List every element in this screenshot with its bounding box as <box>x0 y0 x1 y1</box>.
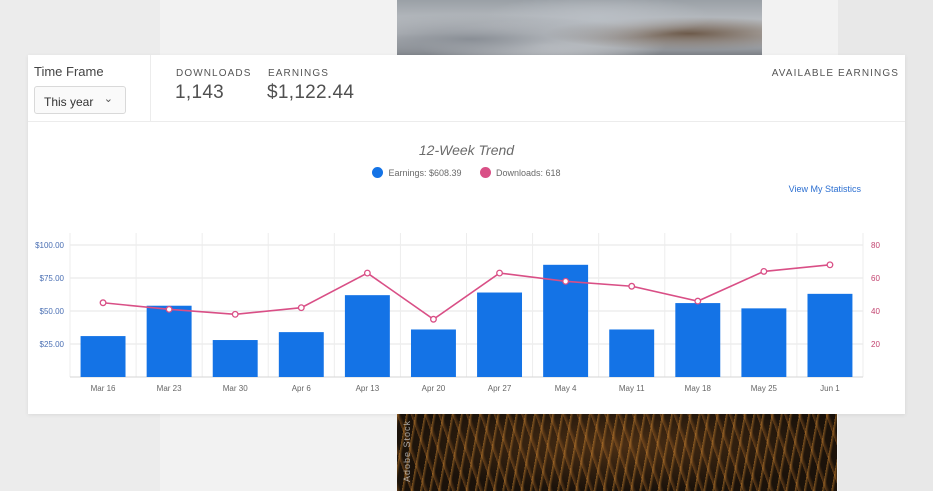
trend-chart: $25.00 $50.00 $75.00 $100.00 20 40 60 80 Mar 16 M… <box>35 233 880 393</box>
earnings-bar <box>807 293 853 377</box>
y-right-tick-label: 60 <box>871 274 880 283</box>
earnings-bar <box>80 336 126 377</box>
y-left-tick-label: $25.00 <box>40 340 65 349</box>
x-tick-label: Jun 1 <box>820 384 840 393</box>
downloads-point <box>231 310 239 318</box>
downloads-point <box>430 315 437 323</box>
downloads-point <box>99 299 107 307</box>
y-left-tick-label: $50.00 <box>40 307 65 316</box>
downloads-point <box>363 269 371 277</box>
x-tick-label: May 4 <box>555 384 577 393</box>
earnings-bar <box>609 329 655 377</box>
x-tick-label: May 11 <box>619 384 645 393</box>
x-tick-label: Apr 20 <box>422 384 446 393</box>
downloads-point <box>826 261 834 269</box>
earnings-bar <box>212 340 258 377</box>
stock-photo-thumbnail-bottom <box>397 414 837 491</box>
downloads-point <box>760 267 768 275</box>
downloads-point <box>165 305 173 313</box>
earnings-bar <box>410 329 456 377</box>
earnings-bar <box>741 308 787 377</box>
earnings-panel: Time Frame This year ⌄ DOWNLOADS 1,143 E… <box>28 55 905 414</box>
x-tick-label: Mar 16 <box>91 384 116 393</box>
y-right-tick-label: 20 <box>871 340 880 349</box>
earnings-bar <box>344 295 390 377</box>
x-tick-label: Apr 27 <box>488 384 512 393</box>
y-left-tick-label: $100.00 <box>35 241 64 250</box>
downloads-point <box>297 304 305 312</box>
earnings-bar <box>278 332 324 377</box>
y-left-tick-label: $75.00 <box>40 274 65 283</box>
x-tick-label: Apr 6 <box>292 384 312 393</box>
x-tick-label: Apr 13 <box>356 384 380 393</box>
y-right-tick-label: 40 <box>871 307 880 316</box>
downloads-point <box>496 269 503 277</box>
y-right-tick-label: 80 <box>871 241 880 250</box>
earnings-bar <box>675 303 721 377</box>
x-tick-label: May 25 <box>751 384 778 393</box>
downloads-point <box>694 297 702 305</box>
x-tick-label: May 18 <box>685 384 712 393</box>
earnings-bar <box>146 305 192 377</box>
downloads-point <box>562 277 570 285</box>
photo-watermark: Adobe Stock <box>402 420 412 483</box>
stock-photo-thumbnail-top <box>397 0 762 56</box>
downloads-point <box>628 282 636 290</box>
x-tick-label: Mar 23 <box>157 384 182 393</box>
x-tick-label: Mar 30 <box>223 384 248 393</box>
earnings-bar <box>477 292 523 377</box>
